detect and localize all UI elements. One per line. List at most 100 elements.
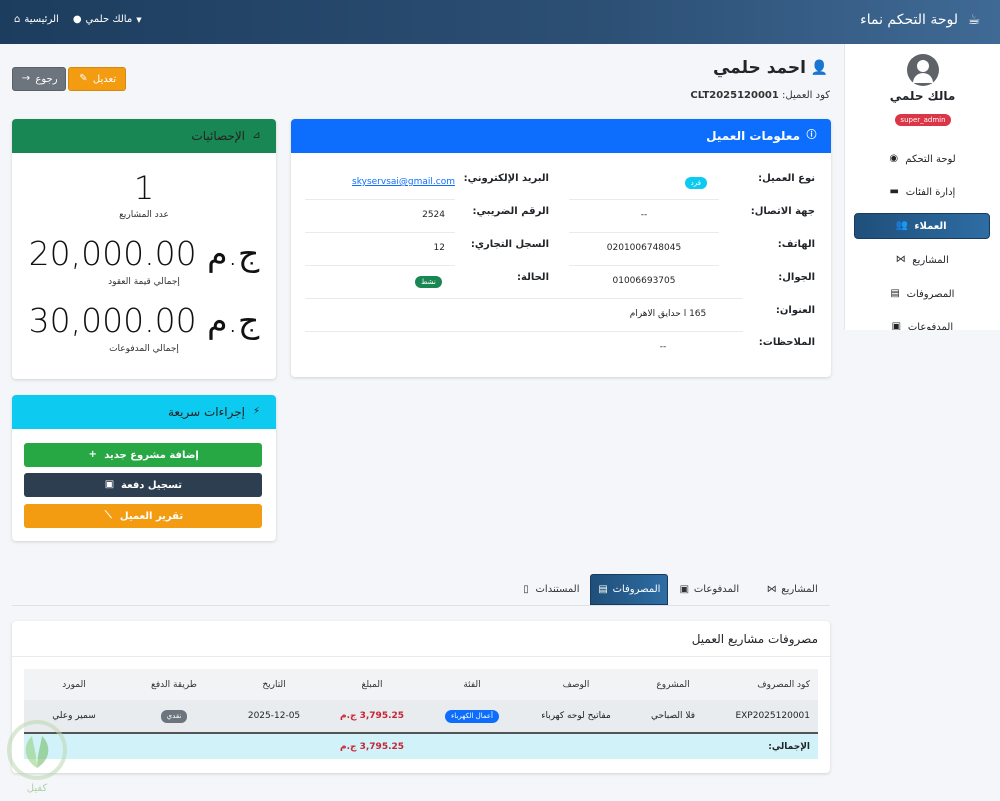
user-circle-icon: ●	[72, 14, 82, 25]
record-payment-label: تسجيل دفعة	[121, 479, 183, 491]
edit-icon: ✎	[79, 73, 88, 84]
role-badge: super_admin	[895, 114, 951, 126]
total-row: الإجمالي: 3,795.25 ج.م	[24, 733, 818, 759]
brand-title: لوحة التحكم نماء	[860, 12, 958, 28]
divider	[569, 232, 719, 233]
record-payment-button[interactable]: تسجيل دفعة ▣	[24, 473, 262, 497]
contact-label: جهة الاتصال:	[750, 206, 815, 217]
expenses-title: مصروفات مشاريع العميل	[691, 632, 818, 646]
column-header[interactable]: الوصف	[524, 669, 628, 700]
info-icon: ⓘ	[806, 130, 817, 141]
sidebar-item-label: المصروفات	[906, 288, 955, 300]
sidebar-item-label: لوحة التحكم	[905, 153, 956, 165]
payments-icon: ▣	[891, 321, 902, 331]
users-icon: 👥	[895, 220, 909, 231]
sidebar-item-expenses[interactable]: المصروفات ▤	[854, 281, 990, 307]
tab-projects[interactable]: المشاريع ⋈	[754, 574, 830, 605]
expenses-card: مصروفات مشاريع العميل كود المصروف المشرو…	[12, 621, 830, 773]
money-icon: ▣	[104, 479, 115, 490]
plus-icon: +	[88, 449, 97, 460]
tax-number-value: 2524	[422, 210, 445, 220]
tab-label: المصروفات	[612, 584, 661, 595]
column-header[interactable]: التاريخ	[224, 669, 324, 700]
home-icon: ⌂	[14, 14, 21, 25]
user-menu-label: مالك حلمي	[85, 14, 133, 25]
back-button[interactable]: رجوع →	[12, 67, 66, 91]
receipt-icon: ▤	[598, 583, 608, 595]
tax-number-label: الرقم الضريبي:	[472, 206, 549, 217]
sidebar-item-clients[interactable]: العملاء 👥	[854, 213, 990, 239]
brand[interactable]: ☕ لوحة التحكم نماء	[860, 12, 982, 28]
phone-value: 0201006748045	[606, 243, 682, 253]
category-badge: أعمال الكهرباء	[444, 709, 500, 723]
commercial-register-value: 12	[433, 243, 445, 253]
back-button-label: رجوع	[35, 73, 58, 85]
file-icon: ▯	[523, 583, 529, 595]
sidebar-item-categories[interactable]: إدارة الفئات ▬	[854, 179, 990, 205]
tab-documents[interactable]: المستندات ▯	[512, 574, 588, 605]
top-navbar: ☕ لوحة التحكم نماء ▼ مالك حلمي ● الرئيسي…	[0, 0, 1000, 44]
expenses-icon: ▤	[890, 288, 900, 299]
table-row[interactable]: EXP2025120001 فلا الصباحي مفاتيح لوحه كه…	[24, 700, 818, 733]
sidebar-item-dashboard[interactable]: لوحة التحكم ◉	[854, 146, 990, 172]
statistics-title: الإحصائيات	[191, 129, 245, 143]
column-header[interactable]: المورد	[24, 669, 124, 700]
projects-count-label: عدد المشاريع	[119, 210, 169, 220]
projects-count: 1	[133, 169, 155, 207]
notes-label: الملاحظات:	[758, 337, 815, 348]
line-chart-icon: ⟋	[104, 510, 112, 521]
edit-button[interactable]: تعديل ✎	[68, 67, 126, 91]
expense-date: 2025-12-05	[247, 711, 301, 721]
status-badge: نشط	[415, 276, 442, 288]
bolt-icon: ⚡	[252, 406, 261, 417]
divider	[305, 265, 455, 266]
sidebar-item-payments[interactable]: المدفوعات ▣	[854, 314, 990, 331]
column-header[interactable]: الفئة	[420, 669, 524, 700]
home-link[interactable]: الرئيسية ⌂	[14, 14, 59, 25]
add-project-button[interactable]: إضافة مشروع جديد +	[24, 443, 262, 467]
sidebar-item-label: العملاء	[914, 220, 947, 232]
home-link-label: الرئيسية	[24, 14, 59, 25]
dashboard-icon: ◉	[889, 153, 899, 164]
user-tie-icon: 👤	[810, 60, 828, 76]
projects-icon: ⋈	[766, 583, 777, 595]
page-title: 👤 احمد حلمي	[713, 58, 828, 78]
expense-project: فلا الصباحي	[650, 711, 696, 721]
statistics-card: ⊿ الإحصائيات 1 عدد المشاريع 20,000.00 ج.…	[12, 119, 276, 379]
phone-label: الهاتف:	[777, 239, 815, 250]
email-link[interactable]: skyservsai@gmail.com	[305, 177, 455, 187]
divider	[305, 331, 743, 332]
coffee-icon: ☕	[967, 12, 981, 28]
client-report-button[interactable]: تقرير العميل ⟋	[24, 504, 262, 528]
tab-label: المستندات	[535, 584, 580, 595]
quick-actions-header: ⚡ إجراءات سريعة	[12, 395, 276, 429]
quick-actions-title: إجراءات سريعة	[167, 405, 245, 419]
folder-icon: ▬	[889, 186, 899, 197]
edit-button-label: تعديل	[92, 73, 117, 85]
column-header[interactable]: المشروع	[628, 669, 718, 700]
quick-actions-card: ⚡ إجراءات سريعة إضافة مشروع جديد + تسجيل…	[12, 395, 276, 541]
address-value: 165 ا حدايق الاهرام	[629, 309, 707, 319]
sidebar-item-label: المشاريع	[912, 254, 949, 266]
table-header-row: كود المصروف المشروع الوصف الفئة المبلغ ا…	[24, 669, 818, 700]
client-code-label: كود العميل:	[782, 90, 830, 101]
address-label: العنوان:	[775, 305, 815, 316]
client-tabs: المشاريع ⋈ المدفوعات ▣ المصروفات ▤ المست…	[12, 574, 830, 606]
client-code: كود العميل: CLT2025120001	[690, 90, 830, 101]
tab-expenses[interactable]: المصروفات ▤	[590, 574, 668, 605]
column-header[interactable]: كود المصروف	[718, 669, 818, 700]
tab-payments[interactable]: المدفوعات ▣	[670, 574, 748, 605]
column-header[interactable]: طريقة الدفع	[124, 669, 224, 700]
mobile-label: الجوال:	[778, 272, 815, 283]
payment-method-badge: نقدي	[160, 709, 188, 723]
contracts-total: 20,000.00 ج.م	[28, 234, 260, 273]
expense-amount: 3,795.25 ج.م	[339, 711, 405, 721]
notes-value: --	[659, 342, 667, 352]
divider	[305, 298, 743, 299]
commercial-register-label: السجل التجاري:	[470, 239, 549, 250]
total-label: الإجمالي:	[768, 741, 810, 752]
user-menu[interactable]: ▼ مالك حلمي ●	[73, 14, 142, 25]
expense-code: EXP2025120001	[735, 711, 810, 721]
column-header[interactable]: المبلغ	[324, 669, 420, 700]
sidebar-item-projects[interactable]: المشاريع ⋈	[854, 247, 990, 273]
